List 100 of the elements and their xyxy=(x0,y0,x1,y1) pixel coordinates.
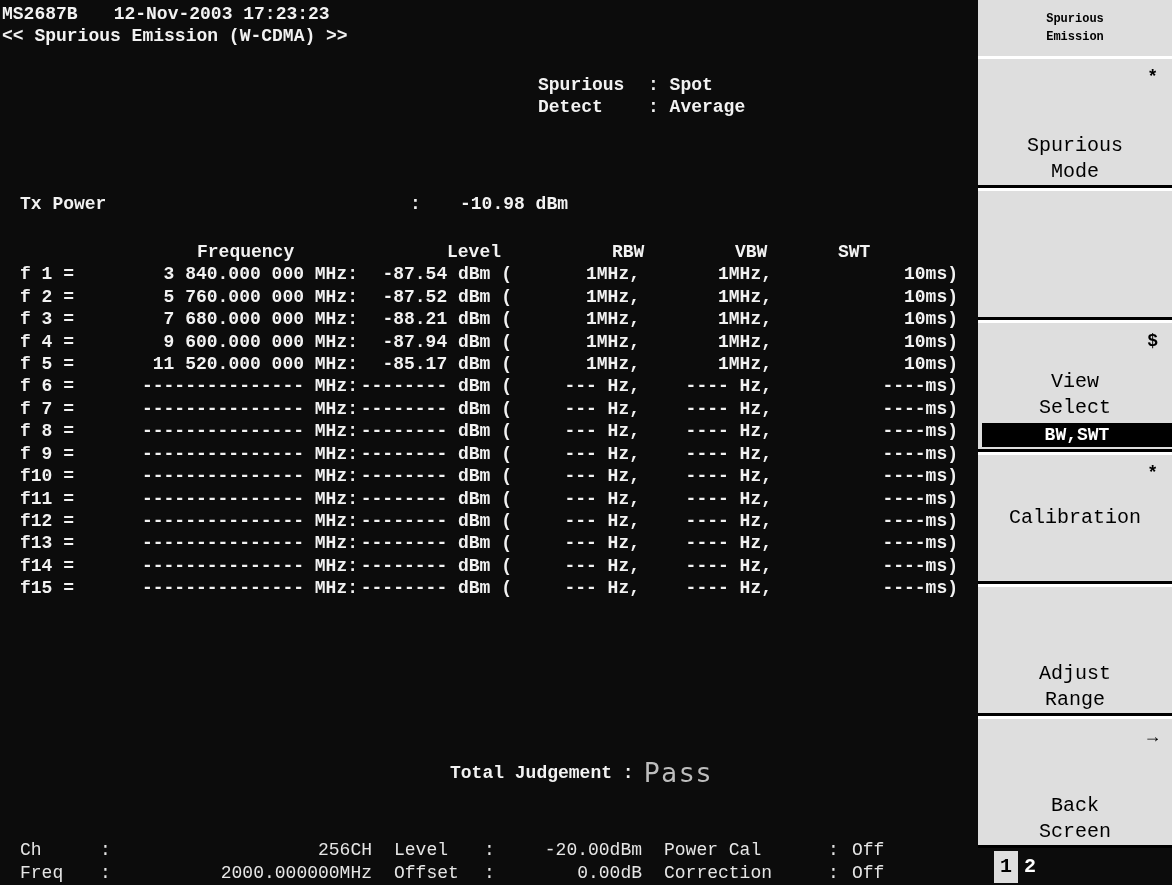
status-label: Freq xyxy=(20,861,65,884)
setting-value: : Average xyxy=(648,96,746,119)
softkey-mark: * xyxy=(1147,67,1158,87)
softkey[interactable]: * Spurious Mode xyxy=(978,56,1172,188)
status-label: Ch xyxy=(20,839,43,862)
row-label: f 5 = xyxy=(20,353,75,376)
status-value: -20.00dBm xyxy=(543,839,642,862)
rbw-cell-text: --- Hz, xyxy=(563,577,640,600)
vbw-cell-text: ---- Hz, xyxy=(684,487,772,510)
rbw-cell-text: --- Hz, xyxy=(563,397,640,421)
vbw-cell-text: ---- Hz, xyxy=(684,465,772,488)
softkey[interactable]: Adjust Range xyxy=(978,584,1172,716)
level-cell-text: -87.94 dBm ( xyxy=(381,330,512,354)
column-header: Level xyxy=(447,241,502,264)
swt-cell-text: 10ms) xyxy=(903,263,958,286)
row-label: f11 = xyxy=(20,487,75,510)
swt-cell-text: 10ms) xyxy=(903,308,958,331)
level-cell-text: -87.52 dBm ( xyxy=(381,285,512,309)
level-cell-text: -------- dBm ( xyxy=(359,509,512,533)
level-cell-text: -87.54 dBm ( xyxy=(381,263,512,286)
screen-title: << Spurious Emission (W-CDMA) >> xyxy=(2,26,348,47)
row-label: f10 = xyxy=(20,465,75,488)
swt-cell-text: ----ms) xyxy=(881,554,958,578)
rbw-cell-text: --- Hz, xyxy=(563,375,640,398)
tx-power-value: -10.98 dBm xyxy=(460,192,569,216)
vbw-cell-text: ---- Hz, xyxy=(684,532,772,555)
rbw-cell-text: --- Hz, xyxy=(563,509,640,533)
swt-cell-text: ----ms) xyxy=(881,532,958,555)
frequency-cell-text: --------------- MHz: xyxy=(140,554,358,578)
level-cell-text: -------- dBm ( xyxy=(359,465,512,488)
swt-cell-text: ----ms) xyxy=(881,577,958,600)
separator: : xyxy=(484,839,496,862)
swt-cell-text: 10ms) xyxy=(903,353,958,376)
softkey[interactable]: * Calibration xyxy=(978,452,1172,584)
swt-cell-text: ----ms) xyxy=(881,509,958,533)
row-label: f 9 = xyxy=(20,442,75,466)
softkey[interactable]: $ View Select BW,SWT xyxy=(978,320,1172,452)
level-cell-text: -85.17 dBm ( xyxy=(381,353,512,376)
frequency-cell-text: --------------- MHz: xyxy=(140,375,358,398)
row-label: f12 = xyxy=(20,509,75,533)
row-label: f14 = xyxy=(20,554,75,578)
softkey[interactable]: → Back Screen xyxy=(978,716,1172,848)
setting-value: : Spot xyxy=(648,73,713,97)
separator: : xyxy=(484,861,496,884)
column-header: Frequency xyxy=(197,241,296,264)
swt-cell-text: ----ms) xyxy=(881,442,958,466)
tx-power-label: Tx Power xyxy=(20,192,108,216)
level-cell-text: -------- dBm ( xyxy=(359,442,512,466)
swt-cell-text: ----ms) xyxy=(881,487,958,510)
rbw-cell-text: --- Hz, xyxy=(563,442,640,466)
rbw-cell-text: 1MHz, xyxy=(585,285,640,309)
page-indicator: 1 xyxy=(994,850,1018,883)
swt-cell-text: 10ms) xyxy=(903,285,958,309)
frequency-cell-text: 11 520.000 000 MHz: xyxy=(151,353,358,376)
separator: : xyxy=(828,861,840,884)
vbw-cell-text: 1MHz, xyxy=(717,330,772,354)
row-label: f13 = xyxy=(20,532,75,555)
setting-label: Detect xyxy=(538,96,604,119)
status-value: Off xyxy=(852,861,886,884)
vbw-cell-text: ---- Hz, xyxy=(684,577,772,600)
softkey-mark: * xyxy=(1147,463,1158,483)
judgement-label: Total Judgement : xyxy=(450,761,634,784)
rbw-cell-text: 1MHz, xyxy=(585,308,640,331)
vbw-cell-text: ---- Hz, xyxy=(684,554,772,578)
swt-cell-text: ----ms) xyxy=(881,375,958,398)
status-value: 0.00dB xyxy=(576,861,642,884)
swt-cell-text: ----ms) xyxy=(881,420,958,443)
setting-label: Spurious xyxy=(538,73,626,97)
softkey-mark: $ xyxy=(1147,331,1158,351)
frequency-cell-text: --------------- MHz: xyxy=(140,532,358,555)
date-time: 12-Nov-2003 17:23:23 xyxy=(113,3,330,26)
vbw-cell-text: ---- Hz, xyxy=(684,397,772,421)
level-cell-text: -------- dBm ( xyxy=(359,487,512,510)
row-label: f 2 = xyxy=(20,285,75,309)
frequency-cell-text: 5 760.000 000 MHz: xyxy=(162,285,358,309)
status-label: Power Cal xyxy=(663,839,763,862)
swt-cell-text: ----ms) xyxy=(881,397,958,421)
status-value: 2000.000000MHz xyxy=(219,861,372,884)
vbw-cell-text: ---- Hz, xyxy=(684,375,772,398)
row-label: f 8 = xyxy=(20,420,75,443)
row-label: f15 = xyxy=(20,577,75,600)
softkey-value: BW,SWT xyxy=(982,423,1172,447)
rbw-cell-text: 1MHz, xyxy=(585,263,640,286)
vbw-cell-text: ---- Hz, xyxy=(684,420,772,443)
separator: : xyxy=(100,861,112,884)
vbw-cell-text: 1MHz, xyxy=(717,308,772,331)
menu-title: Spurious Emission xyxy=(978,0,1172,56)
frequency-cell-text: 3 840.000 000 MHz: xyxy=(162,263,358,286)
rbw-cell-text: --- Hz, xyxy=(563,465,640,488)
rbw-cell-text: --- Hz, xyxy=(563,420,640,443)
model-name: MS2687B xyxy=(2,3,78,26)
separator: : xyxy=(100,839,112,862)
frequency-cell-text: --------------- MHz: xyxy=(140,397,358,421)
frequency-cell-text: --------------- MHz: xyxy=(140,420,358,443)
row-label: f 1 = xyxy=(20,263,75,286)
frequency-cell-text: --------------- MHz: xyxy=(140,577,358,600)
column-header: VBW xyxy=(735,241,769,264)
vbw-cell-text: 1MHz, xyxy=(717,353,772,376)
frequency-cell-text: 9 600.000 000 MHz: xyxy=(162,330,358,354)
status-value: 256CH xyxy=(317,839,372,862)
